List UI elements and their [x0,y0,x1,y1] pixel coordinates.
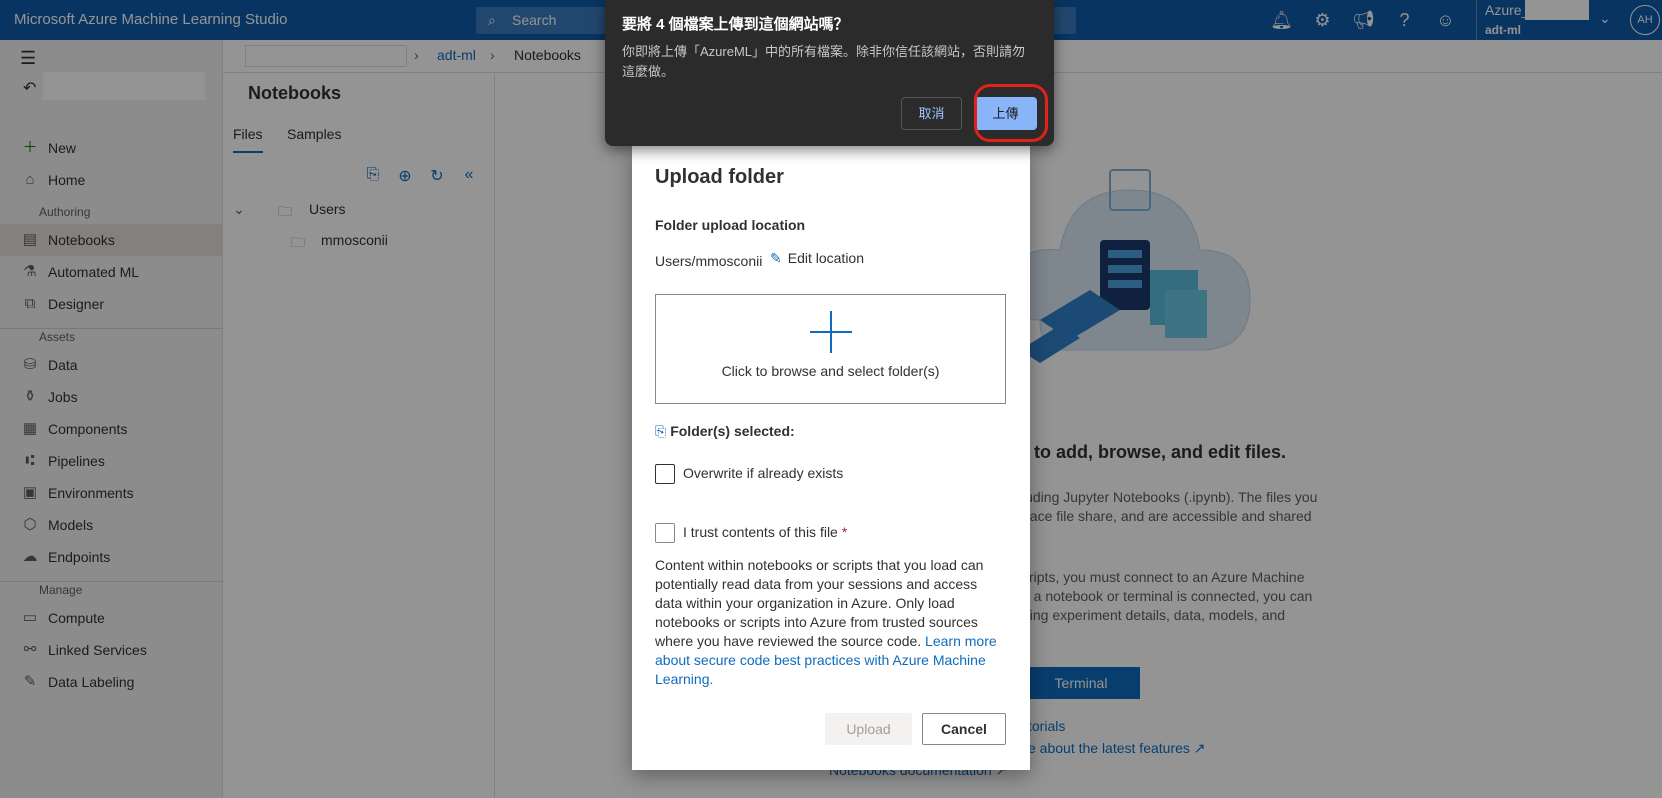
prompt-message: 你即將上傳「AzureML」中的所有檔案。除非你信任該網站，否則請勿這麼做。 [622,44,1026,79]
trust-checkbox[interactable] [655,523,675,543]
plus-icon [810,311,852,353]
required-asterisk: * [841,524,848,540]
cancel-button[interactable]: Cancel [922,713,1006,745]
trust-label-row: I trust contents of this file * [683,524,847,540]
selected-label: Folder(s) selected: [670,423,795,439]
location-path: Users/mmosconii [655,253,763,269]
dropzone-text: Click to browse and select folder(s) [721,363,940,379]
upload-button[interactable]: Upload [825,713,912,745]
prompt-title: 要將 4 個檔案上傳到這個網站嗎？ [622,16,849,33]
highlight-annotation [974,84,1048,142]
security-notice: Content within notebooks or scripts that… [655,556,1007,689]
overwrite-checkbox[interactable] [655,464,675,484]
pencil-icon: ✎ [770,250,782,266]
edit-location-button[interactable]: ✎ Edit location [770,250,864,267]
folder-dropzone[interactable]: Click to browse and select folder(s) [655,294,1006,404]
dialog-title: Upload folder [655,166,784,188]
location-label: Folder upload location [655,217,806,233]
selected-label-row: ⎘ Folder(s) selected: [655,423,795,440]
prompt-cancel-button[interactable]: 取消 [901,97,962,130]
trust-label: I trust contents of this file [683,524,838,540]
files-icon: ⎘ [655,423,667,439]
upload-folder-dialog: Upload folder Folder upload location Use… [632,146,1030,770]
overwrite-label: Overwrite if already exists [683,465,844,481]
edit-location-label: Edit location [787,250,865,266]
